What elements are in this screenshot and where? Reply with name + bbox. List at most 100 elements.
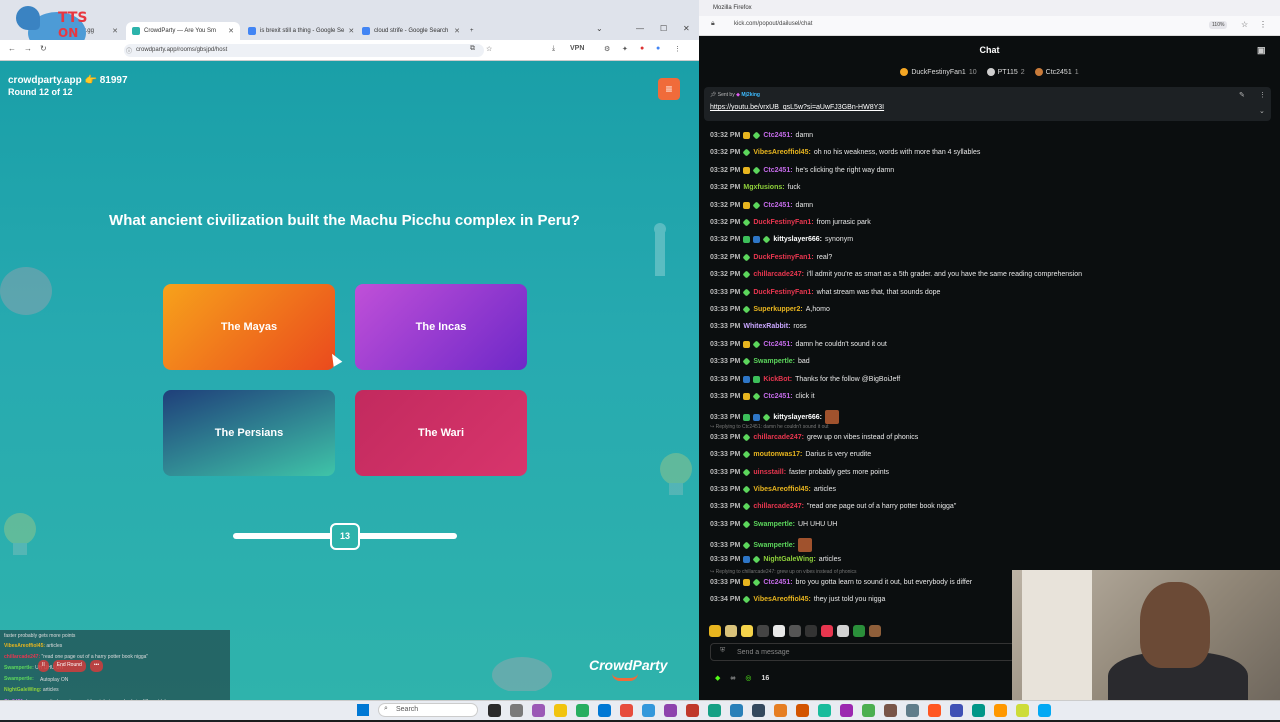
chat-username[interactable]: chillarcade247: (753, 271, 804, 278)
taskbar-app-icon[interactable] (840, 704, 853, 717)
chat-username[interactable]: Swampertle: (753, 358, 795, 365)
taskbar-app-icon[interactable] (708, 704, 721, 717)
reload-icon[interactable]: ↻ (40, 44, 47, 53)
chat-username[interactable]: Mgxfusions: (743, 184, 784, 191)
url-field[interactable]: crowdparty.app/rooms/gbsjpd/host (124, 44, 484, 57)
install-icon[interactable]: ⧉ (470, 45, 475, 53)
emote-icon[interactable] (837, 625, 849, 637)
tab-close-icon[interactable]: ✕ (348, 27, 354, 35)
chat-username[interactable]: Ctc2451: (763, 202, 792, 209)
chat-username[interactable]: chillarcade247: (753, 503, 804, 510)
chat-username[interactable]: Ctc2451: (763, 341, 792, 348)
taskbar-app-icon[interactable] (862, 704, 875, 717)
chat-username[interactable]: NightGaleWing: (763, 556, 815, 563)
taskbar-app-icon[interactable] (928, 704, 941, 717)
profile-icon[interactable]: ● (656, 45, 660, 52)
taskbar-app-icon[interactable] (620, 704, 633, 717)
chat-username[interactable]: VibesAreoffiol45: (753, 149, 810, 156)
chevron-down-icon[interactable]: ⌄ (1259, 107, 1265, 115)
url-field[interactable]: kick.com/popout/dailusel/chat (734, 21, 812, 27)
taskbar-app-icon[interactable] (752, 704, 765, 717)
taskbar-app-icon[interactable] (950, 704, 963, 717)
taskbar-app-icon[interactable] (884, 704, 897, 717)
bookmark-star-icon[interactable]: ☆ (1241, 20, 1248, 29)
taskbar-app-icon[interactable] (532, 704, 545, 717)
pause-button[interactable]: II (38, 660, 49, 672)
taskbar-app-icon[interactable] (554, 704, 567, 717)
emote-icon[interactable] (805, 625, 817, 637)
chat-username[interactable]: KickBot: (763, 376, 792, 383)
bookmark-star-icon[interactable]: ☆ (486, 45, 492, 53)
chat-username[interactable]: chillarcade247: (753, 434, 804, 441)
chat-username[interactable]: DuckFestinyFan1: (753, 219, 813, 226)
send-message-box[interactable]: ⛨ (710, 643, 1015, 661)
emote-icon[interactable] (789, 625, 801, 637)
chat-settings-icon[interactable]: ▣ (1257, 36, 1266, 64)
site-info-icon[interactable]: ⓘ (126, 46, 132, 55)
leaderboard-entry[interactable]: DuckFestinyFan1 10 (900, 64, 977, 80)
emote-icon[interactable] (741, 625, 753, 637)
answer-button-mayas[interactable]: The Mayas (163, 284, 335, 370)
taskbar-app-icon[interactable] (1038, 704, 1051, 717)
firefox-menu-icon[interactable]: ⋮ (1259, 20, 1267, 29)
emote-icon[interactable] (853, 625, 865, 637)
answer-button-incas[interactable]: The Incas (355, 284, 527, 370)
pinned-more-icon[interactable]: ⋮ (1259, 91, 1266, 99)
chrome-menu-icon[interactable]: ⋮ (674, 45, 681, 53)
maximize-icon[interactable]: ☐ (660, 24, 667, 33)
extensions-icon[interactable]: ⚙ (604, 45, 610, 53)
close-icon[interactable]: ✕ (683, 24, 690, 33)
chat-username[interactable]: Superkupper2: (753, 306, 802, 313)
forward-icon[interactable]: → (24, 44, 32, 53)
chat-username[interactable]: uinsstaill: (753, 469, 786, 476)
vpn-button[interactable]: VPN (570, 45, 584, 52)
browser-tab[interactable]: CrowdParty — Are You Sm ✕ (126, 22, 240, 40)
emote-icon[interactable] (821, 625, 833, 637)
chat-username[interactable]: kittyslayer666: (773, 414, 822, 421)
chat-username[interactable]: WhitexRabbit: (743, 323, 790, 330)
taskbar-app-icon[interactable] (686, 704, 699, 717)
emote-icon[interactable] (773, 625, 785, 637)
chat-username[interactable]: VibesAreoffiol45: (753, 596, 810, 603)
emote-icon[interactable] (869, 625, 881, 637)
extension-icon[interactable]: ● (640, 45, 644, 52)
answer-button-persians[interactable]: The Persians (163, 390, 335, 476)
send-message-input[interactable] (737, 646, 997, 658)
more-options-button[interactable]: ••• (89, 660, 104, 672)
chat-username[interactable]: VibesAreoffiol45: (753, 486, 810, 493)
taskbar-app-icon[interactable] (994, 704, 1007, 717)
chat-username[interactable]: Ctc2451: (763, 132, 792, 139)
taskbar-app-icon[interactable] (488, 704, 501, 717)
taskbar-app-icon[interactable] (664, 704, 677, 717)
taskbar-app-icon[interactable] (1016, 704, 1029, 717)
new-tab-button[interactable]: + (464, 22, 480, 40)
emote-icon[interactable] (757, 625, 769, 637)
chat-username[interactable]: DuckFestinyFan1: (753, 289, 813, 296)
download-icon[interactable]: ⤓ (552, 45, 555, 53)
chat-username[interactable]: DuckFestinyFan1: (753, 254, 813, 261)
chat-username[interactable]: moutonwas17: (753, 451, 802, 458)
taskbar-app-icon[interactable] (818, 704, 831, 717)
leaderboard-entry[interactable]: Ctc2451 1 (1034, 64, 1079, 80)
tab-close-icon[interactable]: ✕ (228, 27, 234, 35)
chat-username[interactable]: Ctc2451: (763, 167, 792, 174)
taskbar-app-icon[interactable] (972, 704, 985, 717)
taskbar-app-icon[interactable] (598, 704, 611, 717)
chat-username[interactable]: Swampertle: (753, 521, 795, 528)
zoom-level-button[interactable]: 110% (1209, 21, 1228, 29)
pinned-link[interactable]: https://youtu.be/vrxUB_qsL5w?si=aUwFJ3GB… (710, 104, 884, 111)
taskbar-app-icon[interactable] (510, 704, 523, 717)
unpin-icon[interactable]: ✎ (1239, 91, 1245, 99)
emote-icon[interactable] (725, 625, 737, 637)
minimize-icon[interactable]: — (636, 24, 644, 33)
pinned-by-user[interactable]: Mj2king (741, 92, 760, 98)
browser-tab[interactable]: cloud strife - Google Search ✕ (356, 22, 466, 40)
taskbar-app-icon[interactable] (796, 704, 809, 717)
taskbar-app-icon[interactable] (906, 704, 919, 717)
puzzle-icon[interactable]: ✦ (622, 45, 628, 53)
browser-tab[interactable]: is brexit still a thing - Google Se ✕ (242, 22, 354, 40)
windows-start-icon[interactable] (357, 704, 369, 716)
end-round-button[interactable]: End Round (52, 660, 86, 672)
tab-search-icon[interactable]: ⌄ (596, 24, 603, 33)
tab-close-icon[interactable]: ✕ (454, 27, 460, 35)
